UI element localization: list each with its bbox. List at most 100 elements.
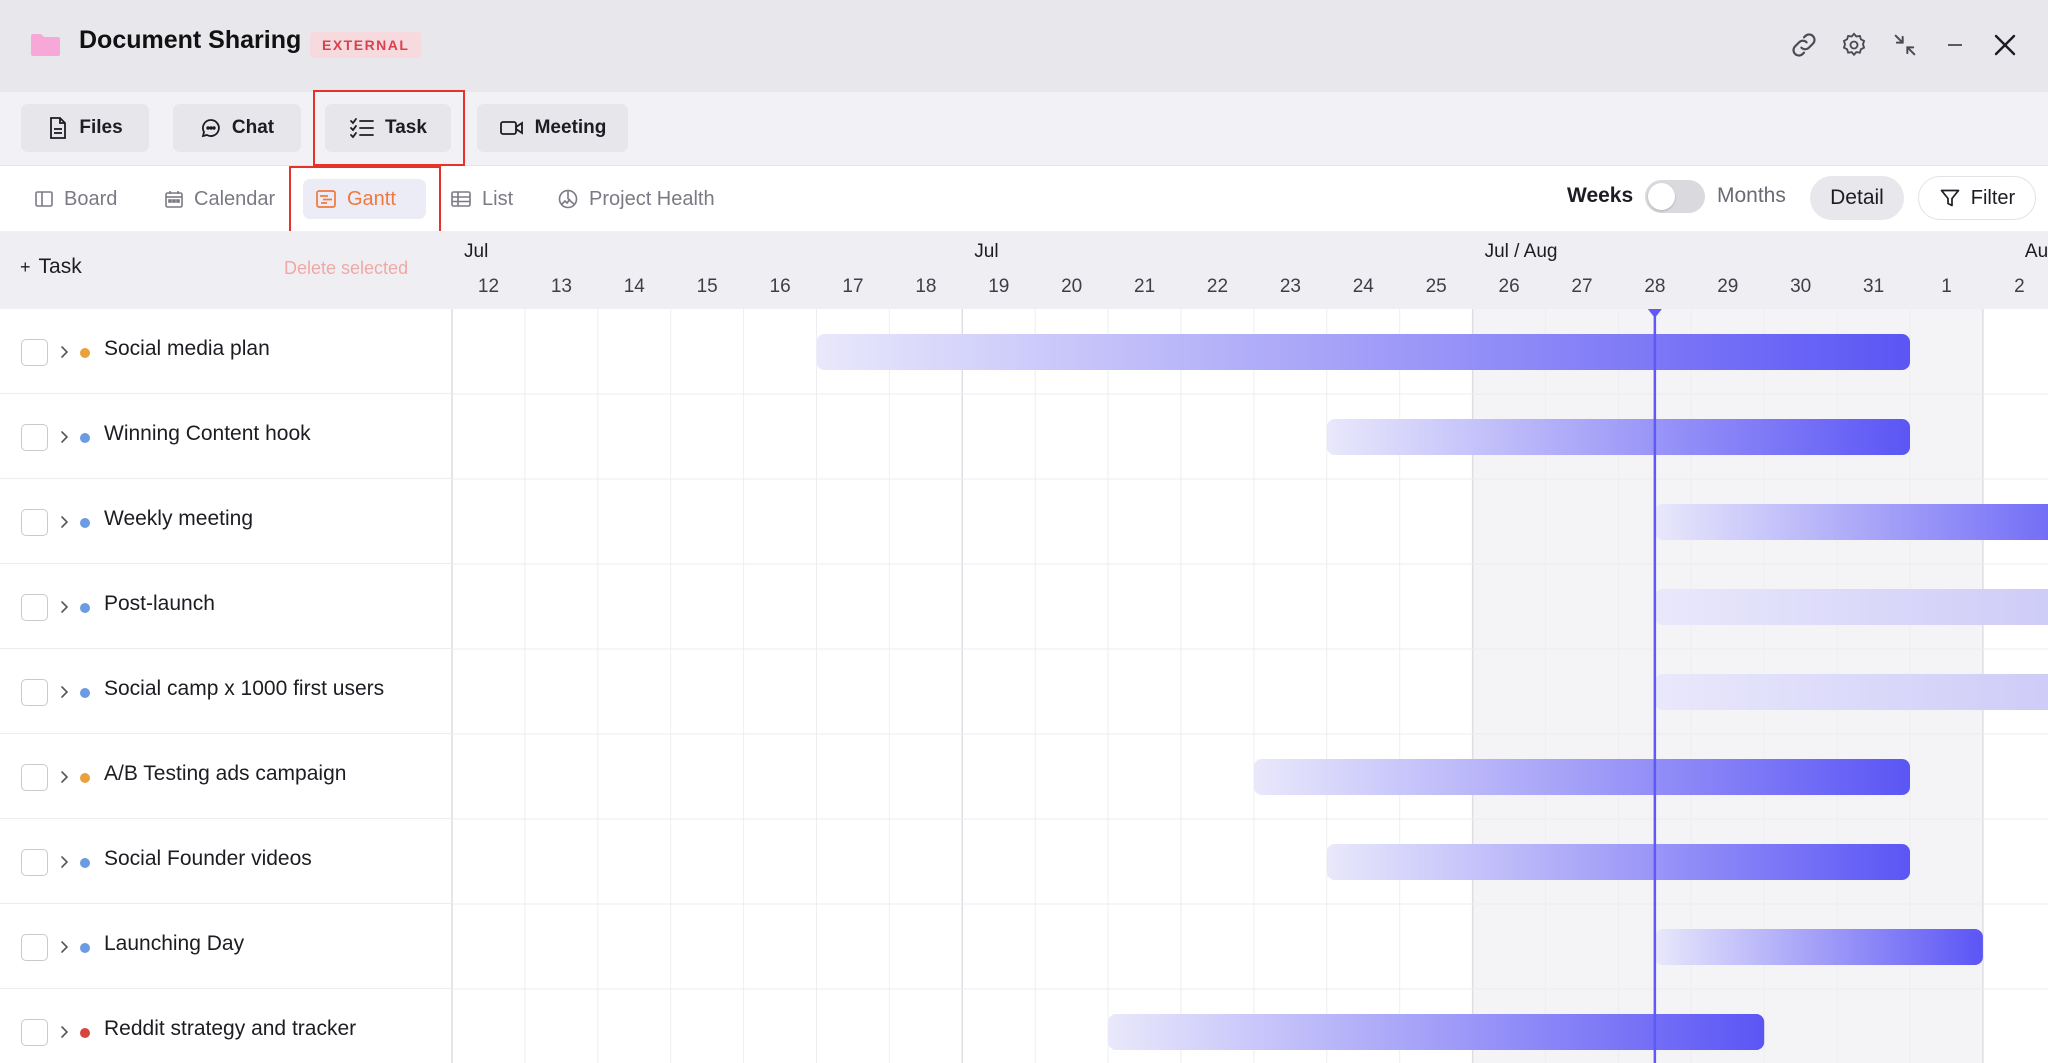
view-tab-board[interactable]: Board — [22, 179, 129, 219]
filter-button[interactable]: Filter — [1918, 176, 2036, 220]
day-label: 19 — [988, 276, 1010, 297]
gantt-bar — [1654, 504, 2048, 540]
task-name[interactable]: Winning Content hook — [104, 422, 311, 446]
add-task-label: Task — [38, 255, 82, 278]
close-icon[interactable] — [1988, 28, 2022, 62]
status-dot — [80, 858, 90, 868]
chevron-right-icon[interactable] — [58, 596, 72, 618]
tab-chat[interactable]: Chat — [173, 104, 301, 152]
task-row[interactable]: Weekly meeting — [0, 479, 452, 564]
list-icon — [451, 191, 471, 207]
task-name[interactable]: Social Founder videos — [104, 847, 312, 871]
task-name[interactable]: Weekly meeting — [104, 507, 253, 531]
chevron-right-icon[interactable] — [58, 851, 72, 873]
tab-files-label: Files — [79, 117, 123, 138]
task-name[interactable]: A/B Testing ads campaign — [104, 762, 346, 786]
day-label: 13 — [550, 276, 572, 297]
view-tab-bar: Board Calendar Gantt List Project Health… — [0, 166, 2048, 231]
task-row[interactable]: Post-launch — [0, 564, 452, 649]
month-label: Aug — [2024, 241, 2048, 262]
view-tab-board-label: Board — [64, 187, 118, 210]
tab-task[interactable]: Task — [325, 104, 451, 152]
task-name[interactable]: Post-launch — [104, 592, 215, 616]
view-tab-calendar[interactable]: Calendar — [152, 179, 287, 219]
day-label: 21 — [1134, 276, 1156, 297]
collapse-icon[interactable] — [1888, 28, 1922, 62]
minimize-icon[interactable] — [1938, 28, 1972, 62]
month-label: Jul — [464, 241, 489, 262]
gantt-bar — [1654, 589, 2048, 625]
task-row[interactable]: Reddit strategy and tracker — [0, 989, 452, 1063]
view-tab-project-health[interactable]: Project Health — [545, 179, 727, 219]
task-row[interactable]: Winning Content hook — [0, 394, 452, 479]
view-tab-list-label: List — [482, 187, 514, 210]
chevron-right-icon[interactable] — [58, 426, 72, 448]
gantt-chart — [452, 309, 2048, 1063]
day-label: 24 — [1352, 276, 1374, 297]
day-label: 14 — [623, 276, 645, 297]
status-dot — [80, 773, 90, 783]
task-checkbox[interactable] — [21, 764, 48, 791]
tab-files[interactable]: Files — [21, 104, 149, 152]
task-name[interactable]: Social camp x 1000 first users — [104, 677, 384, 701]
day-label: 26 — [1498, 276, 1520, 297]
task-checkbox[interactable] — [21, 509, 48, 536]
gantt-bar — [1654, 929, 1983, 965]
day-label: 30 — [1790, 276, 1812, 297]
chevron-right-icon[interactable] — [58, 511, 72, 533]
task-row[interactable]: A/B Testing ads campaign — [0, 734, 452, 819]
add-task-button[interactable]: + Task — [20, 255, 82, 279]
chevron-right-icon[interactable] — [58, 1021, 72, 1043]
gantt-bar — [1654, 674, 2048, 710]
month-label: Jul — [974, 241, 999, 262]
view-tab-gantt[interactable]: Gantt — [303, 179, 426, 219]
weeks-label: Weeks — [1567, 184, 1634, 207]
task-list: Social media plan Winning Content hook Wee… — [0, 309, 452, 1063]
task-checkbox[interactable] — [21, 1019, 48, 1046]
view-tab-list[interactable]: List — [438, 179, 525, 219]
tab-meeting[interactable]: Meeting — [477, 104, 628, 152]
task-name[interactable]: Social media plan — [104, 337, 270, 361]
task-checkbox[interactable] — [21, 339, 48, 366]
file-icon — [50, 117, 67, 139]
app-window: Document Sharing EXTERNAL Files Chat Tas… — [0, 0, 2048, 1063]
task-row[interactable]: Social media plan — [0, 309, 452, 394]
day-label: 18 — [915, 276, 937, 297]
task-checkbox[interactable] — [21, 934, 48, 961]
gantt-bar — [1326, 419, 1910, 455]
link-icon[interactable] — [1787, 28, 1821, 62]
status-dot — [80, 1028, 90, 1038]
task-checkbox[interactable] — [21, 594, 48, 621]
gantt-icon — [316, 190, 336, 208]
detail-button[interactable]: Detail — [1810, 176, 1904, 220]
months-label: Months — [1717, 184, 1786, 207]
task-name[interactable]: Reddit strategy and tracker — [104, 1017, 356, 1041]
delete-selected-button[interactable]: Delete selected — [284, 258, 408, 279]
window-title: Document Sharing — [79, 26, 302, 54]
gantt-bar — [1326, 844, 1910, 880]
tab-meeting-label: Meeting — [534, 117, 607, 138]
weeks-months-toggle[interactable] — [1645, 180, 1705, 213]
view-tab-gantt-label: Gantt — [347, 187, 396, 210]
chevron-right-icon[interactable] — [58, 681, 72, 703]
task-checkbox[interactable] — [21, 849, 48, 876]
gantt-bar — [816, 334, 1910, 370]
task-checkbox[interactable] — [21, 424, 48, 451]
chevron-right-icon[interactable] — [58, 766, 72, 788]
status-dot — [80, 688, 90, 698]
chevron-right-icon[interactable] — [58, 341, 72, 363]
health-icon — [558, 189, 578, 209]
status-dot — [80, 603, 90, 613]
status-dot — [80, 518, 90, 528]
day-label: 29 — [1717, 276, 1739, 297]
task-row[interactable]: Social camp x 1000 first users — [0, 649, 452, 734]
day-label: 1 — [1941, 276, 1952, 297]
task-row[interactable]: Social Founder videos — [0, 819, 452, 904]
day-label: 28 — [1644, 276, 1666, 297]
task-name[interactable]: Launching Day — [104, 932, 244, 956]
day-label: 17 — [842, 276, 864, 297]
chevron-right-icon[interactable] — [58, 936, 72, 958]
task-checkbox[interactable] — [21, 679, 48, 706]
gear-icon[interactable] — [1837, 28, 1871, 62]
task-row[interactable]: Launching Day — [0, 904, 452, 989]
